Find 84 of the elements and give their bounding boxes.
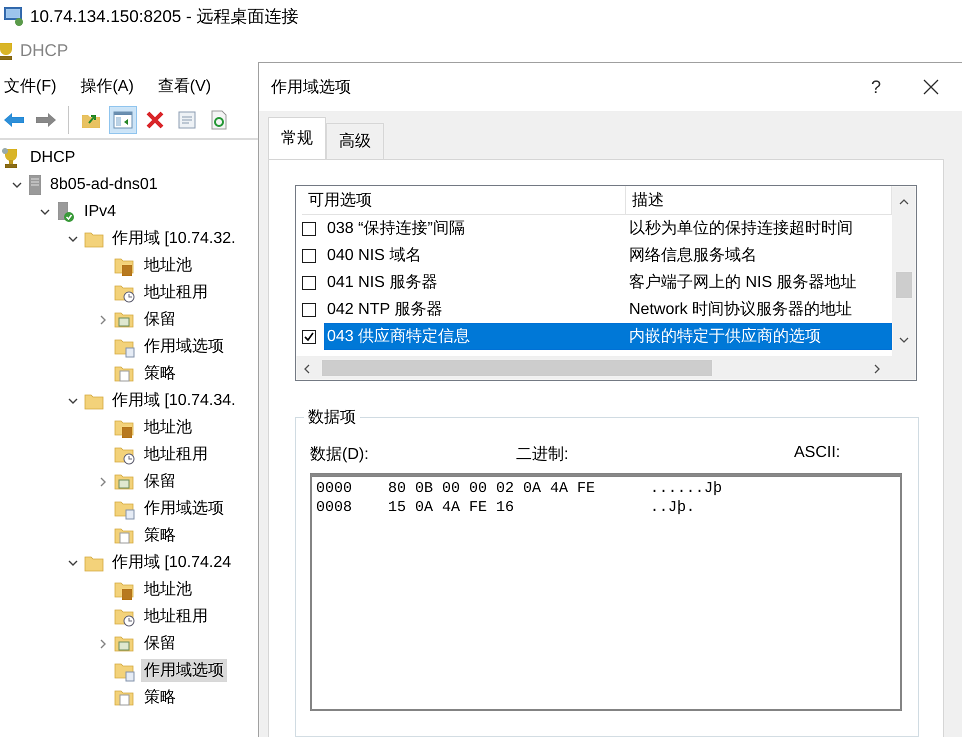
console-tree-icon: [113, 111, 133, 129]
checkbox[interactable]: [302, 330, 316, 344]
dhcp-trophy-icon: [0, 41, 14, 61]
tree-item[interactable]: 策略: [141, 686, 179, 709]
field-label: 数据(D):: [310, 445, 370, 465]
option-description: 内嵌的特定于供应商的选项: [626, 323, 892, 350]
app-title: DHCP: [20, 41, 68, 61]
server-icon: [28, 174, 42, 196]
window-title: 10.74.134.150:8205 - 远程桌面连接: [30, 6, 298, 28]
tree-item[interactable]: 地址池: [141, 254, 195, 277]
help-button[interactable]: ?: [853, 67, 899, 107]
scroll-thumb[interactable]: [896, 272, 912, 298]
tree-item[interactable]: 作用域 [10.74.24: [109, 551, 234, 574]
menu-item[interactable]: 查看(V): [158, 76, 212, 96]
tree-item[interactable]: 保留: [141, 308, 179, 331]
ascii-text: ......Jþ: [650, 479, 724, 498]
expanded-chevron-icon[interactable]: [68, 560, 78, 566]
option-name[interactable]: 041 NIS 服务器: [324, 269, 626, 296]
vertical-scrollbar[interactable]: [892, 186, 916, 356]
option-description: 客户端子网上的 NIS 服务器地址: [628, 272, 858, 293]
forward-arrow-icon: [35, 112, 57, 128]
option-description: Network 时间协议服务器的地址: [628, 300, 854, 320]
tree-item[interactable]: 作用域 [10.74.32.: [109, 227, 239, 250]
tree-item[interactable]: 保留: [141, 632, 179, 655]
menu-item[interactable]: 操作(A): [80, 76, 134, 96]
tree-item[interactable]: 地址租用: [141, 281, 211, 304]
horizontal-scrollbar[interactable]: [296, 356, 892, 380]
tree-item[interactable]: 策略: [141, 362, 179, 385]
remote-desktop-icon: [2, 5, 26, 27]
scroll-thumb[interactable]: [322, 360, 712, 376]
option-description: 网络信息服务域名: [628, 246, 758, 266]
tree-item[interactable]: 地址池: [141, 578, 195, 601]
expanded-chevron-icon[interactable]: [40, 208, 50, 214]
expanded-chevron-icon[interactable]: [12, 182, 22, 188]
option-name[interactable]: 040 NIS 域名: [324, 242, 626, 269]
collapsed-chevron-icon[interactable]: [100, 638, 106, 648]
scroll-down-icon[interactable]: [899, 337, 909, 343]
expanded-chevron-icon[interactable]: [68, 236, 78, 242]
delete-icon: [145, 110, 165, 130]
tab[interactable]: 高级: [326, 123, 384, 159]
option-description: 以秒为单位的保持连接超时时间: [628, 218, 854, 239]
option-name[interactable]: 042 NTP 服务器: [324, 296, 626, 323]
tab[interactable]: 常规: [268, 117, 326, 159]
refresh-icon: [210, 110, 228, 130]
tree-item[interactable]: IPv4: [81, 202, 120, 222]
scroll-right-icon[interactable]: [874, 364, 880, 374]
offset-text: 0000: [316, 479, 354, 498]
scroll-up-icon[interactable]: [899, 199, 909, 205]
offset-text: 0008: [316, 498, 354, 517]
checkbox[interactable]: [302, 248, 316, 262]
menu-item[interactable]: 文件(F): [4, 76, 56, 96]
scroll-left-icon[interactable]: [304, 364, 310, 374]
tree-item[interactable]: 地址池: [141, 416, 195, 439]
tree-item[interactable]: 地址租用: [141, 443, 211, 466]
tree-item[interactable]: 作用域选项: [141, 659, 227, 682]
dialog-title: 作用域选项: [271, 78, 352, 98]
option-name[interactable]: 043 供应商特定信息: [324, 323, 626, 350]
tree-item[interactable]: 地址租用: [141, 605, 211, 628]
column-header[interactable]: 可用选项: [302, 186, 626, 214]
close-icon: [923, 79, 939, 95]
tree-item[interactable]: 作用域选项: [141, 497, 227, 520]
tree-item[interactable]: 8b05-ad-dns01: [47, 174, 161, 194]
hex-bytes: 80 0B 00 00 02 0A 4A FE: [388, 479, 596, 498]
checkbox[interactable]: [302, 276, 316, 290]
tree-item[interactable]: 作用域 [10.74.34.: [109, 389, 239, 412]
tree-item[interactable]: 保留: [141, 470, 179, 493]
option-name[interactable]: 038 “保持连接”间隔: [324, 215, 626, 242]
server-check-icon: [56, 200, 76, 222]
data-editor[interactable]: 0000 80 0B 00 00 02 0A 4A FE ......Jþ 0008 15 0A 4A FE 16 ..Jþ.: [310, 473, 902, 711]
collapsed-chevron-icon[interactable]: [100, 314, 106, 324]
expanded-chevron-icon[interactable]: [68, 398, 78, 404]
toolbar-button[interactable]: [109, 106, 137, 134]
collapsed-chevron-icon[interactable]: [100, 476, 106, 486]
field-label: ASCII:: [794, 444, 842, 463]
tree-item[interactable]: 作用域选项: [141, 335, 227, 358]
tree-item[interactable]: 策略: [141, 524, 179, 547]
ascii-text: ..Jþ.: [650, 498, 696, 517]
checkbox[interactable]: [302, 302, 316, 316]
back-arrow-icon: [3, 112, 25, 128]
hex-bytes: 15 0A 4A FE 16: [388, 498, 516, 517]
checkbox[interactable]: [302, 222, 316, 236]
properties-icon: [177, 110, 197, 130]
field-label: 二进制:: [516, 444, 570, 465]
tree-item[interactable]: DHCP: [27, 148, 78, 168]
